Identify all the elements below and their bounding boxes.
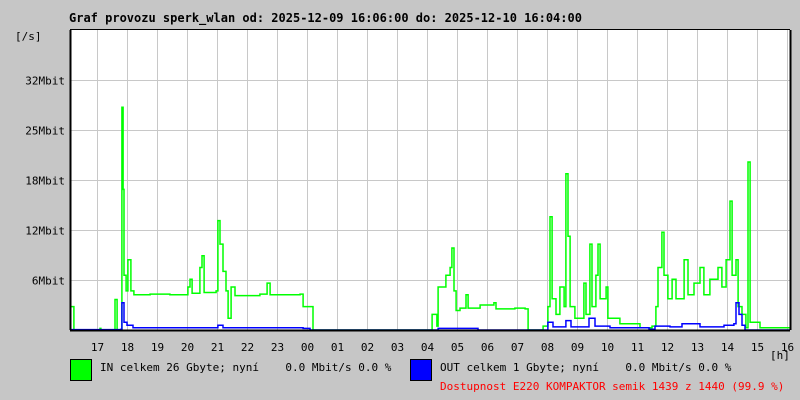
x-tick-label: 08 (541, 341, 554, 354)
x-tick-label: 06 (481, 341, 494, 354)
x-tick-label: 23 (271, 341, 284, 354)
x-tick-label: 12 (661, 341, 674, 354)
y-tick-label: 6Mbit (32, 275, 65, 288)
x-tick-label: 04 (421, 341, 435, 354)
x-tick-label: 20 (181, 341, 194, 354)
x-tick-label: 01 (331, 341, 344, 354)
x-tick-label: 03 (391, 341, 404, 354)
y-tick-label: 18Mbit (25, 175, 65, 188)
x-tick-label: 09 (571, 341, 584, 354)
x-tick-label: 07 (511, 341, 524, 354)
traffic-chart: 17 18 19 20 21 22 23 00 01 02 03 04 05 06 07 08 09 10 11 12… (25, 29, 794, 354)
x-tick-label: 10 (601, 341, 614, 354)
x-tick-label: 11 (631, 341, 644, 354)
y-tick-label: 25Mbit (25, 125, 65, 138)
x-tick-label: 18 (121, 341, 134, 354)
x-tick-label: 16 (781, 341, 794, 354)
x-tick-label: 15 (751, 341, 764, 354)
x-tick-label: 22 (241, 341, 254, 354)
x-tick-label: 13 (691, 341, 704, 354)
y-tick-label: 32Mbit (25, 75, 65, 88)
availability-text: Dostupnost E220 KOMPAKTOR semik 1439 z 1… (440, 380, 785, 393)
out-legend-swatch (410, 359, 432, 381)
x-tick-label: 19 (151, 341, 164, 354)
out-legend-text: OUT celkem 1 Gbyte; nyní 0.0 Mbit/s 0.0 … (440, 361, 732, 374)
x-tick-label: 02 (361, 341, 374, 354)
x-tick-label: 00 (301, 341, 314, 354)
in-legend-text: IN celkem 26 Gbyte; nyní 0.0 Mbit/s 0.0 … (100, 361, 392, 374)
x-tick-label: 17 (91, 341, 104, 354)
x-tick-label: 21 (211, 341, 224, 354)
x-tick-label: 05 (451, 341, 464, 354)
in-legend-swatch (70, 359, 92, 381)
y-tick-label: 12Mbit (25, 225, 65, 238)
x-tick-label: 14 (721, 341, 735, 354)
